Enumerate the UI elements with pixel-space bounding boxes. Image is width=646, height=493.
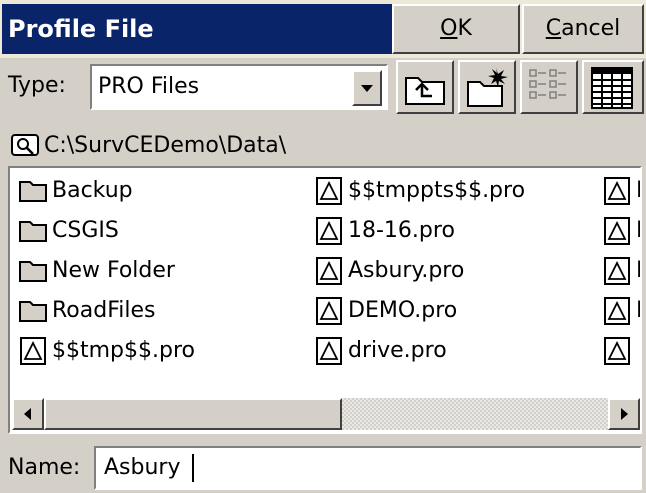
cancel-button[interactable]: Cancel xyxy=(522,4,644,54)
item-label: I xyxy=(636,298,642,323)
new-folder-icon xyxy=(467,68,508,107)
item-label: RoadFiles xyxy=(52,298,156,323)
item-label: 18-16.pro xyxy=(348,218,455,243)
profile-file-icon xyxy=(604,337,630,365)
name-input[interactable]: Asbury xyxy=(94,446,642,490)
new-folder-button[interactable] xyxy=(458,60,516,114)
scroll-thumb[interactable] xyxy=(44,398,342,430)
scroll-track[interactable] xyxy=(342,398,608,430)
list-view-icon xyxy=(529,69,566,99)
drive-magnifier-icon xyxy=(11,134,39,156)
profile-file-icon xyxy=(604,217,630,245)
profile-file-icon xyxy=(316,177,342,205)
folder-icon xyxy=(19,221,47,242)
item-label: drive.pro xyxy=(348,338,447,363)
ok-label-rest: K xyxy=(457,16,472,41)
profile-file-icon xyxy=(604,257,630,285)
type-label: Type: xyxy=(8,73,66,98)
name-value: Asbury xyxy=(104,455,181,480)
cancel-mnemonic: C xyxy=(545,16,562,41)
folder-icon xyxy=(19,261,47,282)
type-selected-value: PRO Files xyxy=(98,74,200,99)
profile-file-icon xyxy=(604,297,630,325)
profile-file-icon xyxy=(316,297,342,325)
profile-file-icon xyxy=(604,177,630,205)
chevron-right-icon xyxy=(621,408,628,420)
profile-file-icon xyxy=(316,257,342,285)
item-label: I xyxy=(636,218,642,243)
path-text: C:\SurvCEDemo\Data\ xyxy=(44,133,287,158)
chevron-left-icon xyxy=(24,408,31,420)
name-label: Name: xyxy=(8,455,81,480)
type-dropdown[interactable]: PRO Files xyxy=(90,64,388,110)
profile-file-icon xyxy=(316,337,342,365)
item-label: $$tmppts$$.pro xyxy=(348,178,526,203)
dialog-title: Profile File xyxy=(2,4,392,54)
item-label: I xyxy=(636,258,642,283)
profile-file-icon xyxy=(20,337,46,365)
item-label: DEMO.pro xyxy=(348,298,458,323)
list-view-button[interactable] xyxy=(520,60,578,114)
scroll-left-button[interactable] xyxy=(12,398,44,430)
dropdown-arrow-button[interactable] xyxy=(352,70,382,106)
item-label: New Folder xyxy=(52,258,175,283)
details-view-button[interactable] xyxy=(582,60,644,114)
chevron-down-icon xyxy=(361,85,373,92)
folder-icon xyxy=(19,181,47,202)
item-label: Asbury.pro xyxy=(348,258,465,283)
item-label: CSGIS xyxy=(52,218,119,243)
details-view-icon xyxy=(591,67,633,109)
text-caret xyxy=(192,454,194,482)
item-label: Backup xyxy=(52,178,133,203)
cancel-label-rest: ancel xyxy=(561,16,621,41)
up-folder-icon xyxy=(405,77,445,105)
horizontal-scrollbar[interactable] xyxy=(12,398,640,430)
item-label: I xyxy=(636,178,642,203)
ok-button[interactable]: OK xyxy=(392,4,520,54)
profile-file-icon xyxy=(316,217,342,245)
up-folder-button[interactable] xyxy=(396,60,454,114)
ok-mnemonic: O xyxy=(440,16,458,41)
folder-icon xyxy=(19,301,47,322)
file-list[interactable]: Backup CSGIS New Folder RoadFiles $$tmp$… xyxy=(8,166,642,434)
item-label: $$tmp$$.pro xyxy=(52,338,195,363)
scroll-right-button[interactable] xyxy=(608,398,640,430)
